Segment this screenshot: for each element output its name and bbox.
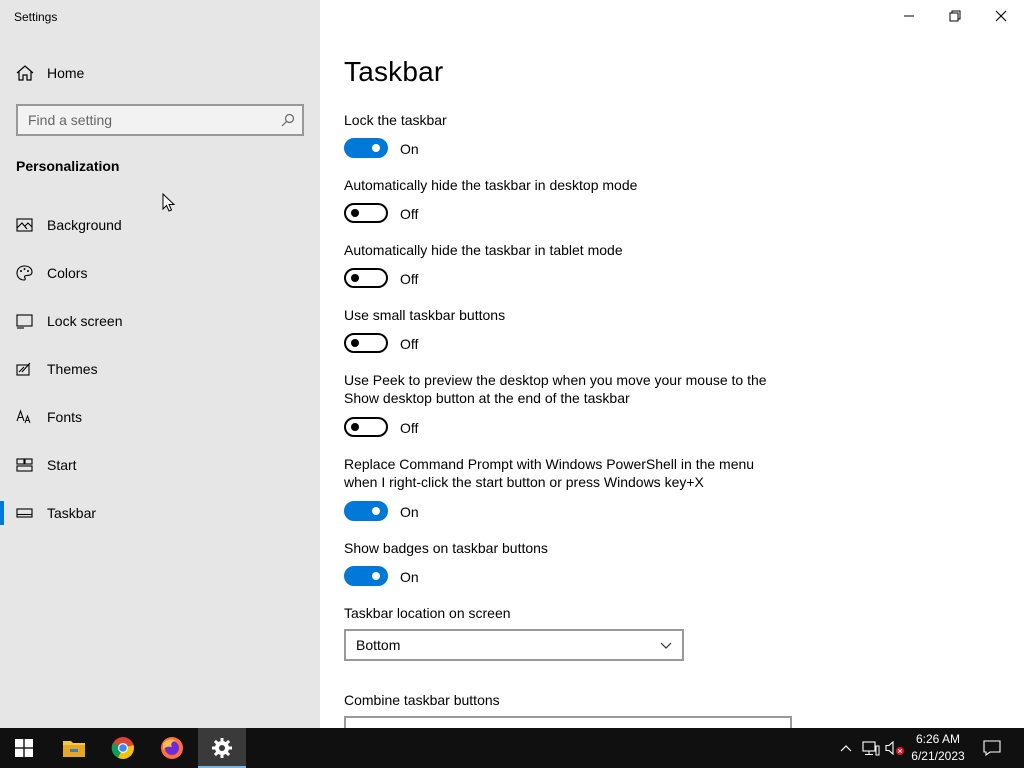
sidebar-item-taskbar[interactable]: Taskbar	[0, 493, 320, 533]
sidebar-item-fonts[interactable]: Fonts	[0, 397, 320, 437]
toggle-knob	[372, 144, 380, 152]
file-explorer-button[interactable]	[50, 728, 98, 768]
toggle-state-text: Off	[400, 420, 419, 436]
volume-button[interactable]	[885, 738, 905, 758]
toggle-knob	[351, 274, 359, 282]
toggle-autohide-tablet[interactable]	[344, 268, 388, 288]
chrome-button[interactable]	[99, 728, 147, 768]
settings-gear-icon	[212, 738, 232, 758]
toggle-small-buttons[interactable]	[344, 333, 388, 353]
search-icon[interactable]	[281, 113, 295, 127]
settings-button[interactable]	[198, 728, 246, 768]
setting-label-powershell: Replace Command Prompt with Windows Powe…	[344, 456, 755, 490]
sidebar-item-label: Colors	[47, 265, 88, 281]
clock[interactable]: 6:26 AM 6/21/2023	[906, 731, 970, 765]
lock-screen-icon	[16, 314, 33, 329]
themes-icon	[16, 362, 31, 376]
network-button[interactable]	[861, 738, 881, 758]
toggle-state-text: Off	[400, 271, 419, 287]
start-button[interactable]	[0, 728, 48, 768]
picture-icon	[16, 218, 33, 232]
sidebar-item-label: Fonts	[47, 409, 83, 425]
toggle-badges[interactable]	[344, 566, 388, 586]
show-hidden-icons-button[interactable]	[836, 738, 856, 758]
home-icon	[16, 65, 34, 81]
setting-label-lock-taskbar: Lock the taskbar	[344, 112, 447, 128]
toggle-autohide-desktop[interactable]	[344, 203, 388, 223]
app-title: Settings	[14, 10, 58, 24]
setting-label-badges: Show badges on taskbar buttons	[344, 540, 548, 556]
network-icon	[862, 741, 880, 756]
combine-label: Combine taskbar buttons	[344, 692, 500, 708]
clock-time: 6:26 AM	[915, 732, 961, 746]
chevron-down-icon	[660, 642, 672, 649]
volume-muted-icon	[885, 740, 904, 756]
sidebar-item-label: Lock screen	[47, 313, 123, 329]
sidebar-item-label: Start	[47, 457, 77, 473]
fonts-icon	[16, 409, 31, 424]
toggle-knob	[372, 572, 380, 580]
toggle-state-text: On	[400, 141, 419, 157]
toggle-knob	[351, 209, 359, 217]
taskbar: 6:26 AM 6/21/2023	[0, 728, 1024, 768]
palette-icon	[16, 265, 33, 281]
location-label: Taskbar location on screen	[344, 605, 511, 621]
toggle-state-text: On	[400, 504, 419, 520]
sidebar-item-label: Taskbar	[47, 505, 97, 521]
windows-logo-icon	[15, 739, 33, 757]
taskbar-icon	[16, 508, 33, 518]
setting-label-autohide-desktop: Automatically hide the taskbar in deskto…	[344, 177, 638, 193]
location-dropdown[interactable]: Bottom	[344, 629, 684, 661]
sidebar-item-colors[interactable]: Colors	[0, 253, 320, 293]
page-title: Taskbar	[344, 56, 444, 87]
chrome-icon	[111, 737, 134, 759]
sidebar-item-label: Themes	[47, 361, 98, 377]
toggle-state-text: On	[400, 569, 419, 585]
toggle-peek[interactable]	[344, 417, 388, 437]
sidebar: Settings Home Personalization Background…	[0, 0, 320, 728]
start-icon	[16, 458, 33, 472]
action-center-button[interactable]	[980, 728, 1004, 768]
sidebar-item-label: Background	[47, 217, 122, 233]
toggle-knob	[351, 339, 359, 347]
section-title: Personalization	[16, 158, 120, 174]
toggle-powershell[interactable]	[344, 501, 388, 521]
notification-icon	[983, 740, 1001, 756]
setting-label-autohide-tablet: Automatically hide the taskbar in tablet…	[344, 242, 623, 258]
sidebar-item-lock-screen[interactable]: Lock screen	[0, 301, 320, 341]
sidebar-item-background[interactable]: Background	[0, 205, 320, 245]
mouse-cursor-icon	[162, 193, 176, 212]
firefox-button[interactable]	[148, 728, 196, 768]
toggle-lock-taskbar[interactable]	[344, 138, 388, 158]
sidebar-item-themes[interactable]: Themes	[0, 349, 320, 389]
file-explorer-icon	[63, 741, 85, 757]
toggle-state-text: Off	[400, 206, 419, 222]
chevron-up-icon	[840, 745, 852, 752]
clock-date: 6/21/2023	[911, 749, 965, 763]
search-box[interactable]	[16, 104, 304, 136]
combine-dropdown[interactable]	[344, 716, 792, 728]
toggle-knob	[372, 507, 380, 515]
toggle-state-text: Off	[400, 336, 419, 352]
location-value: Bottom	[356, 637, 401, 653]
toggle-knob	[351, 423, 359, 431]
home-nav-item[interactable]: Home	[0, 56, 320, 90]
setting-label-small-buttons: Use small taskbar buttons	[344, 307, 506, 323]
main-content: Taskbar Lock the taskbar On Automaticall…	[320, 0, 1024, 728]
sidebar-item-start[interactable]: Start	[0, 445, 320, 485]
setting-label-peek: Use Peek to preview the desktop when you…	[344, 372, 767, 406]
home-label: Home	[47, 65, 85, 81]
firefox-icon	[161, 737, 183, 759]
search-input[interactable]	[18, 106, 274, 134]
